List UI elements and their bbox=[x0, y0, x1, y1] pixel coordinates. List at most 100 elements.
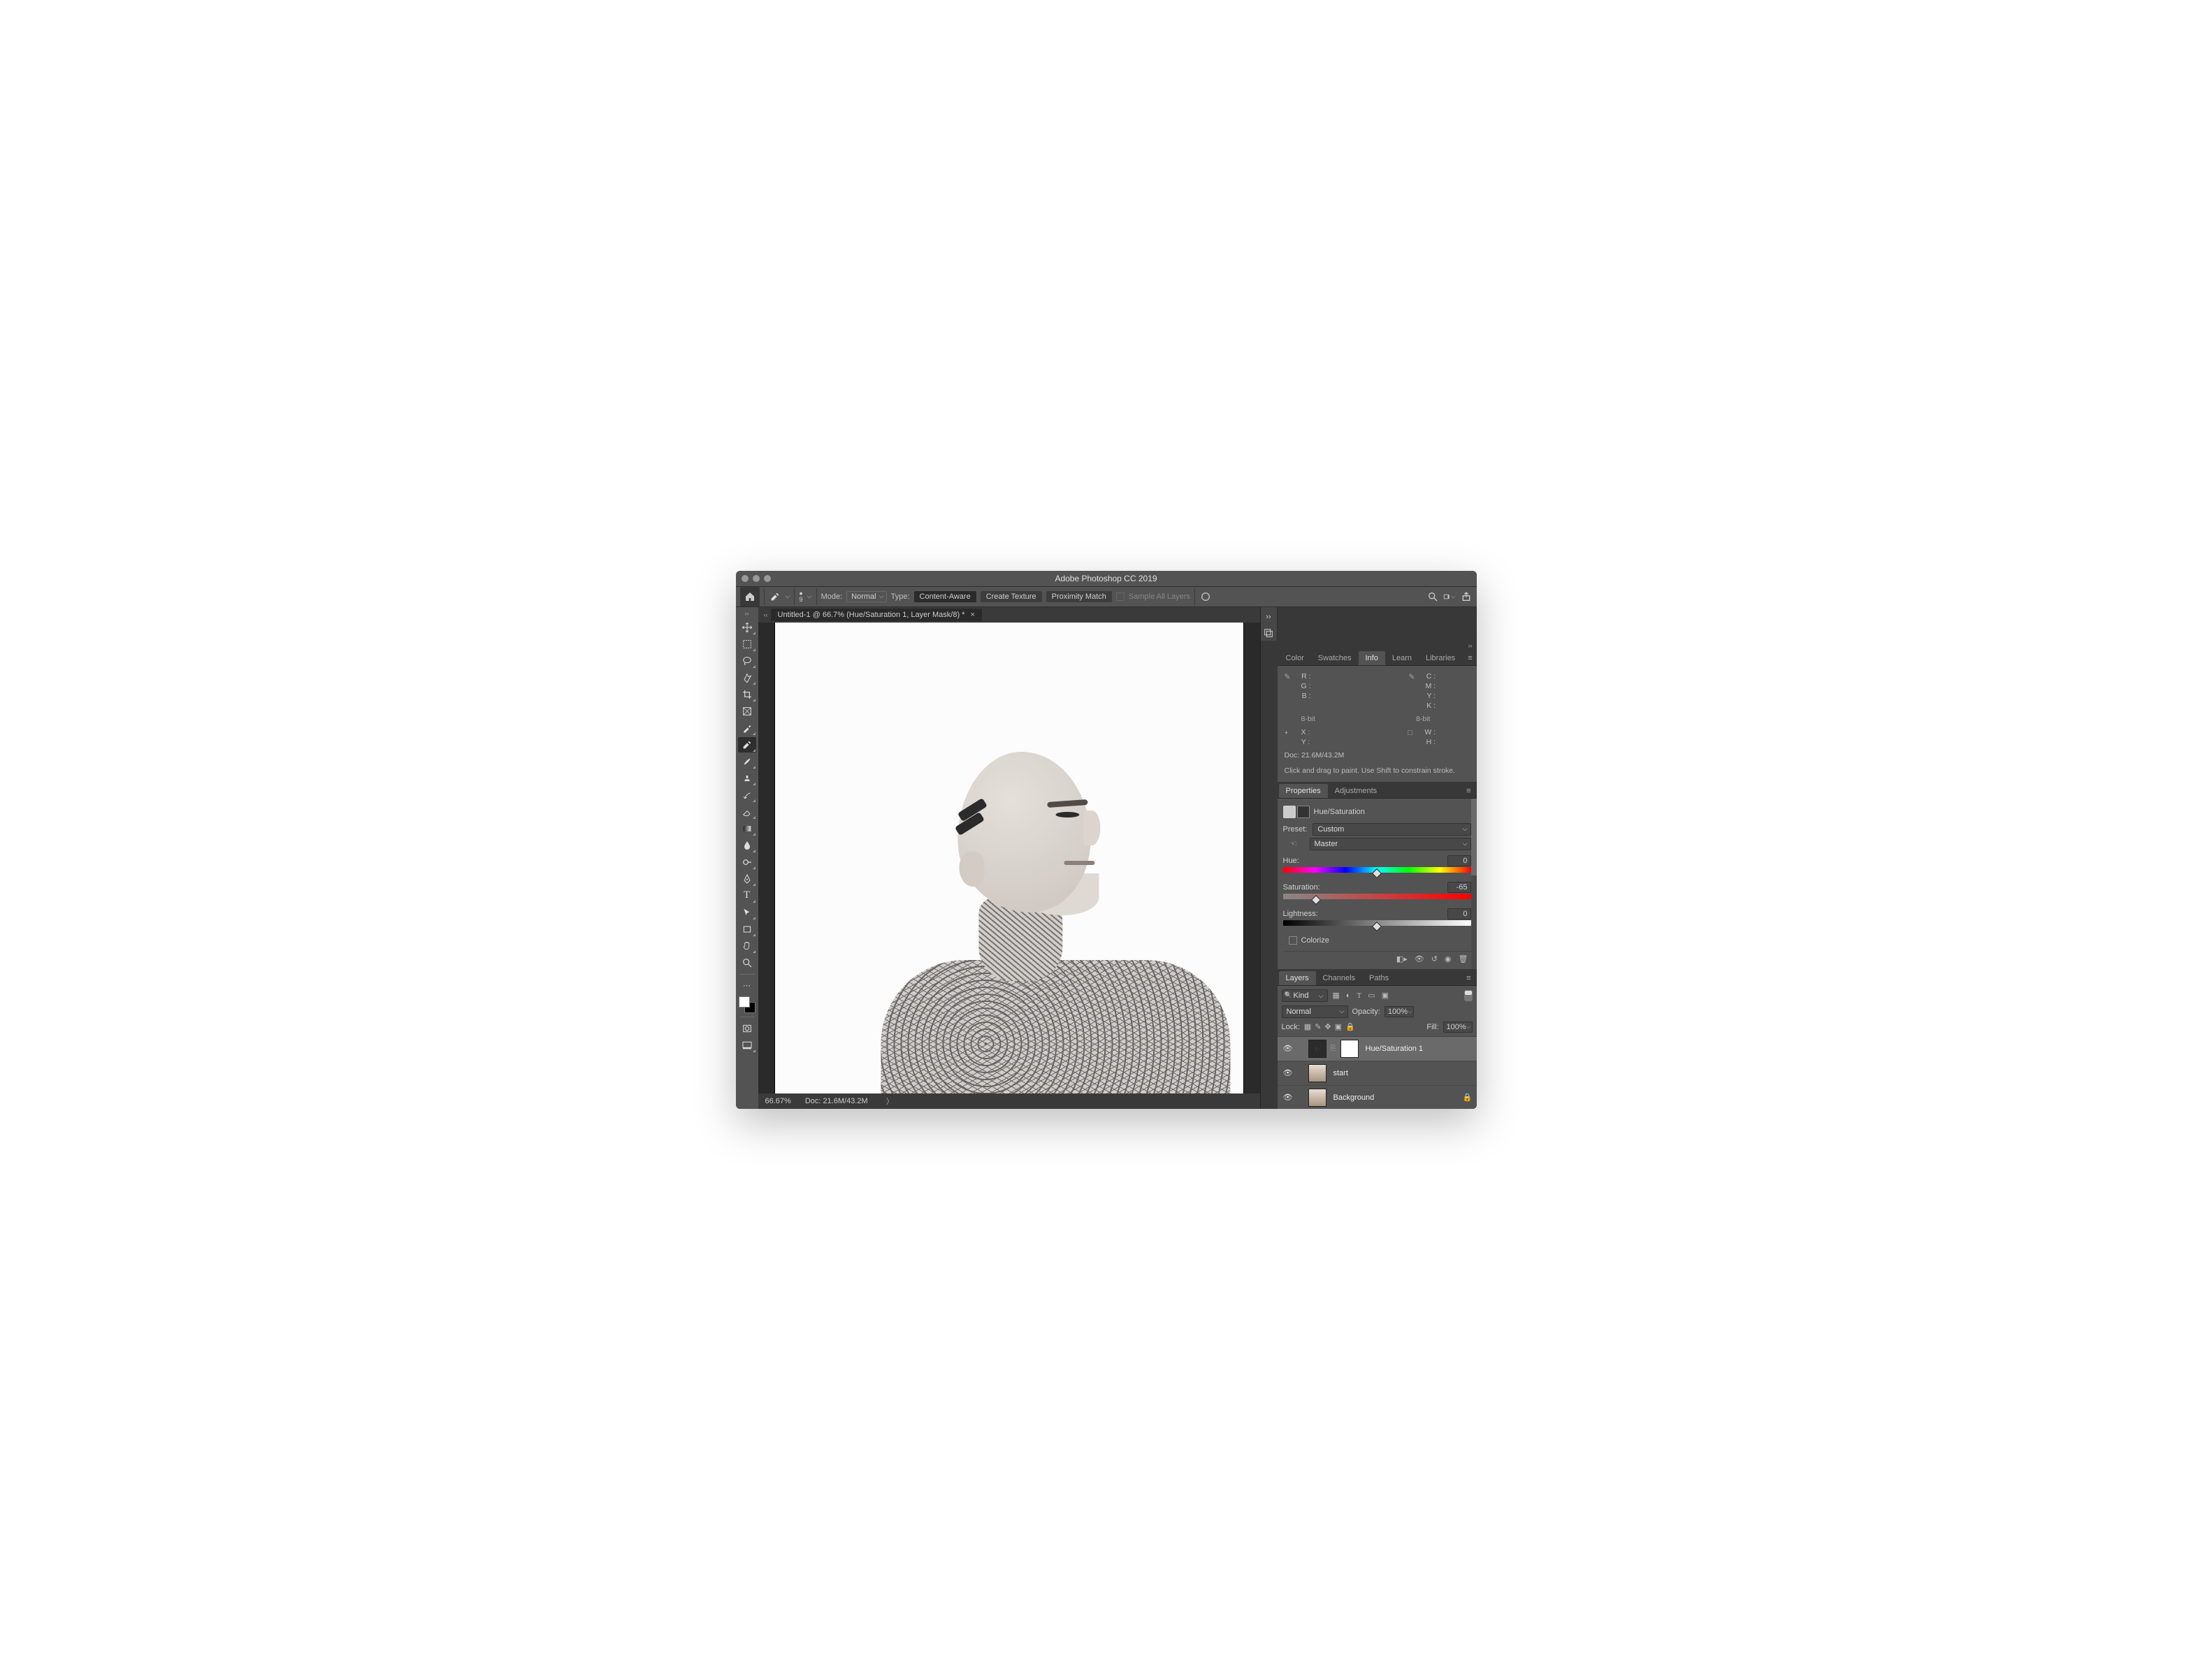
libraries-tab[interactable]: Libraries bbox=[1419, 651, 1462, 665]
create-texture-button[interactable]: Create Texture bbox=[981, 591, 1042, 602]
paths-tab[interactable]: Paths bbox=[1362, 971, 1396, 985]
edit-toolbar-icon[interactable]: ⋯ bbox=[738, 978, 756, 994]
quick-selection-tool[interactable] bbox=[738, 670, 756, 685]
marquee-tool[interactable] bbox=[738, 637, 756, 652]
filter-adjustment-icon[interactable]: ◐ bbox=[1346, 991, 1351, 1000]
proximity-match-button[interactable]: Proximity Match bbox=[1046, 591, 1112, 602]
adjustments-tab[interactable]: Adjustments bbox=[1328, 784, 1385, 798]
rectangle-tool[interactable] bbox=[738, 922, 756, 937]
properties-menu-icon[interactable]: ≡ bbox=[1461, 784, 1476, 798]
layer-filter-kind[interactable]: Kind bbox=[1282, 989, 1329, 1002]
layer-row[interactable]: 👁 Background 🔒 bbox=[1278, 1086, 1477, 1109]
eraser-tool[interactable] bbox=[738, 804, 756, 820]
move-tool[interactable] bbox=[738, 620, 756, 635]
filter-type-icon[interactable]: T bbox=[1357, 991, 1361, 1000]
opacity-value[interactable]: 100% bbox=[1385, 1006, 1414, 1017]
zoom-level[interactable]: 66.67% bbox=[765, 1097, 791, 1105]
blur-tool[interactable] bbox=[738, 838, 756, 853]
lock-position-icon[interactable]: ✥ bbox=[1324, 1022, 1331, 1031]
document-tab[interactable]: Untitled-1 @ 66.7% (Hue/Saturation 1, La… bbox=[771, 609, 982, 621]
visibility-toggle[interactable]: 👁 bbox=[1282, 1044, 1294, 1053]
layer-name[interactable]: Hue/Saturation 1 bbox=[1366, 1045, 1424, 1053]
eyedropper-tool[interactable] bbox=[738, 720, 756, 736]
lightness-slider[interactable] bbox=[1283, 920, 1471, 930]
previous-state-icon[interactable]: ◉ bbox=[1445, 954, 1452, 964]
content-aware-button[interactable]: Content-Aware bbox=[914, 591, 976, 602]
crop-tool[interactable] bbox=[738, 687, 756, 702]
lasso-tool[interactable] bbox=[738, 653, 756, 669]
mask-link-icon[interactable]: ⎘ bbox=[1331, 1045, 1336, 1052]
dock-collapse-icon[interactable]: ›› bbox=[1266, 613, 1271, 621]
canvas[interactable] bbox=[775, 623, 1243, 1093]
dodge-tool[interactable] bbox=[738, 855, 756, 870]
visibility-toggle[interactable]: 👁 bbox=[1282, 1068, 1294, 1077]
brush-tool[interactable] bbox=[738, 754, 756, 769]
reset-icon[interactable]: ↺ bbox=[1431, 954, 1438, 964]
gradient-tool[interactable] bbox=[738, 821, 756, 836]
lock-artboard-icon[interactable]: ▣ bbox=[1335, 1022, 1342, 1031]
quick-mask-icon[interactable] bbox=[738, 1021, 756, 1036]
doc-size-status[interactable]: Doc: 21.6M/43.2M bbox=[805, 1097, 868, 1105]
info-tab[interactable]: Info bbox=[1359, 651, 1385, 665]
frame-tool[interactable] bbox=[738, 704, 756, 719]
layer-name[interactable]: Background bbox=[1333, 1093, 1375, 1102]
layer-name[interactable]: start bbox=[1333, 1069, 1348, 1077]
adjustment-thumbnail[interactable]: ◧ bbox=[1308, 1040, 1327, 1058]
properties-tab[interactable]: Properties bbox=[1279, 784, 1328, 798]
panel-collapse-icon[interactable]: ›› bbox=[1278, 641, 1477, 649]
scrubby-hand-icon[interactable]: ☜ bbox=[1283, 839, 1304, 848]
visibility-toggle[interactable]: 👁 bbox=[1282, 1093, 1294, 1102]
hand-tool[interactable] bbox=[738, 938, 756, 954]
spot-healing-brush-tool[interactable] bbox=[738, 737, 756, 753]
close-tab-icon[interactable]: × bbox=[970, 611, 974, 619]
clip-to-layer-icon[interactable]: ◧▸ bbox=[1396, 954, 1408, 964]
healing-brush-tool-icon[interactable] bbox=[769, 590, 781, 603]
swatches-tab[interactable]: Swatches bbox=[1311, 651, 1359, 665]
toggle-visibility-icon[interactable]: 👁 bbox=[1415, 954, 1424, 964]
layers-tab[interactable]: Layers bbox=[1279, 971, 1316, 985]
history-panel-icon[interactable] bbox=[1259, 625, 1278, 641]
collapse-tools-icon[interactable]: ›› bbox=[745, 610, 749, 618]
home-button[interactable] bbox=[740, 587, 760, 606]
sample-all-checkbox[interactable] bbox=[1116, 593, 1125, 601]
preset-select[interactable]: Custom bbox=[1313, 823, 1470, 836]
saturation-slider[interactable] bbox=[1283, 894, 1471, 903]
filter-smart-icon[interactable]: ▣ bbox=[1382, 991, 1389, 1000]
pressure-for-size-icon[interactable] bbox=[1199, 590, 1212, 603]
fill-value[interactable]: 100% bbox=[1443, 1022, 1473, 1033]
workspace-switcher-icon[interactable]: ⌵ bbox=[1443, 590, 1456, 603]
layer-row[interactable]: 👁 ◧ ⎘ Hue/Saturation 1 bbox=[1278, 1037, 1477, 1061]
channel-select[interactable]: Master bbox=[1310, 838, 1471, 850]
lock-pixels-icon[interactable]: ✎ bbox=[1315, 1022, 1321, 1031]
saturation-value[interactable]: -65 bbox=[1447, 882, 1471, 893]
delete-adjustment-icon[interactable]: 🗑 bbox=[1459, 954, 1468, 964]
filter-pixel-icon[interactable]: ▦ bbox=[1332, 991, 1339, 1000]
lock-transparency-icon[interactable]: ▦ bbox=[1304, 1022, 1311, 1031]
zoom-tool[interactable] bbox=[738, 955, 756, 971]
hue-value[interactable]: 0 bbox=[1447, 855, 1471, 866]
channels-tab[interactable]: Channels bbox=[1316, 971, 1362, 985]
clone-stamp-tool[interactable] bbox=[738, 771, 756, 786]
filter-shape-icon[interactable]: ▭ bbox=[1368, 991, 1375, 1000]
panel-menu-icon[interactable]: ≡ bbox=[1462, 651, 1476, 665]
layers-menu-icon[interactable]: ≡ bbox=[1461, 971, 1476, 985]
foreground-color-swatch[interactable] bbox=[739, 996, 750, 1008]
layer-blend-mode-select[interactable]: Normal bbox=[1282, 1005, 1348, 1018]
learn-tab[interactable]: Learn bbox=[1385, 651, 1419, 665]
type-tool[interactable]: T bbox=[738, 888, 756, 903]
layer-thumbnail[interactable] bbox=[1308, 1089, 1327, 1107]
colorize-checkbox[interactable] bbox=[1289, 936, 1297, 945]
share-icon[interactable] bbox=[1460, 590, 1473, 603]
properties-scrollbar[interactable] bbox=[1471, 799, 1477, 875]
lightness-value[interactable]: 0 bbox=[1447, 908, 1471, 920]
color-swatches[interactable] bbox=[739, 996, 756, 1013]
mask-thumbnail[interactable] bbox=[1340, 1040, 1359, 1058]
layer-row[interactable]: 👁 start bbox=[1278, 1061, 1477, 1086]
filter-toggle-switch[interactable] bbox=[1464, 990, 1473, 1001]
screen-mode-icon[interactable] bbox=[738, 1038, 756, 1053]
canvas-viewport[interactable] bbox=[758, 623, 1260, 1093]
search-icon[interactable] bbox=[1426, 590, 1439, 603]
blend-mode-select[interactable]: Normal bbox=[846, 591, 886, 602]
lock-all-icon[interactable]: 🔒 bbox=[1345, 1022, 1355, 1031]
pen-tool[interactable] bbox=[738, 871, 756, 887]
